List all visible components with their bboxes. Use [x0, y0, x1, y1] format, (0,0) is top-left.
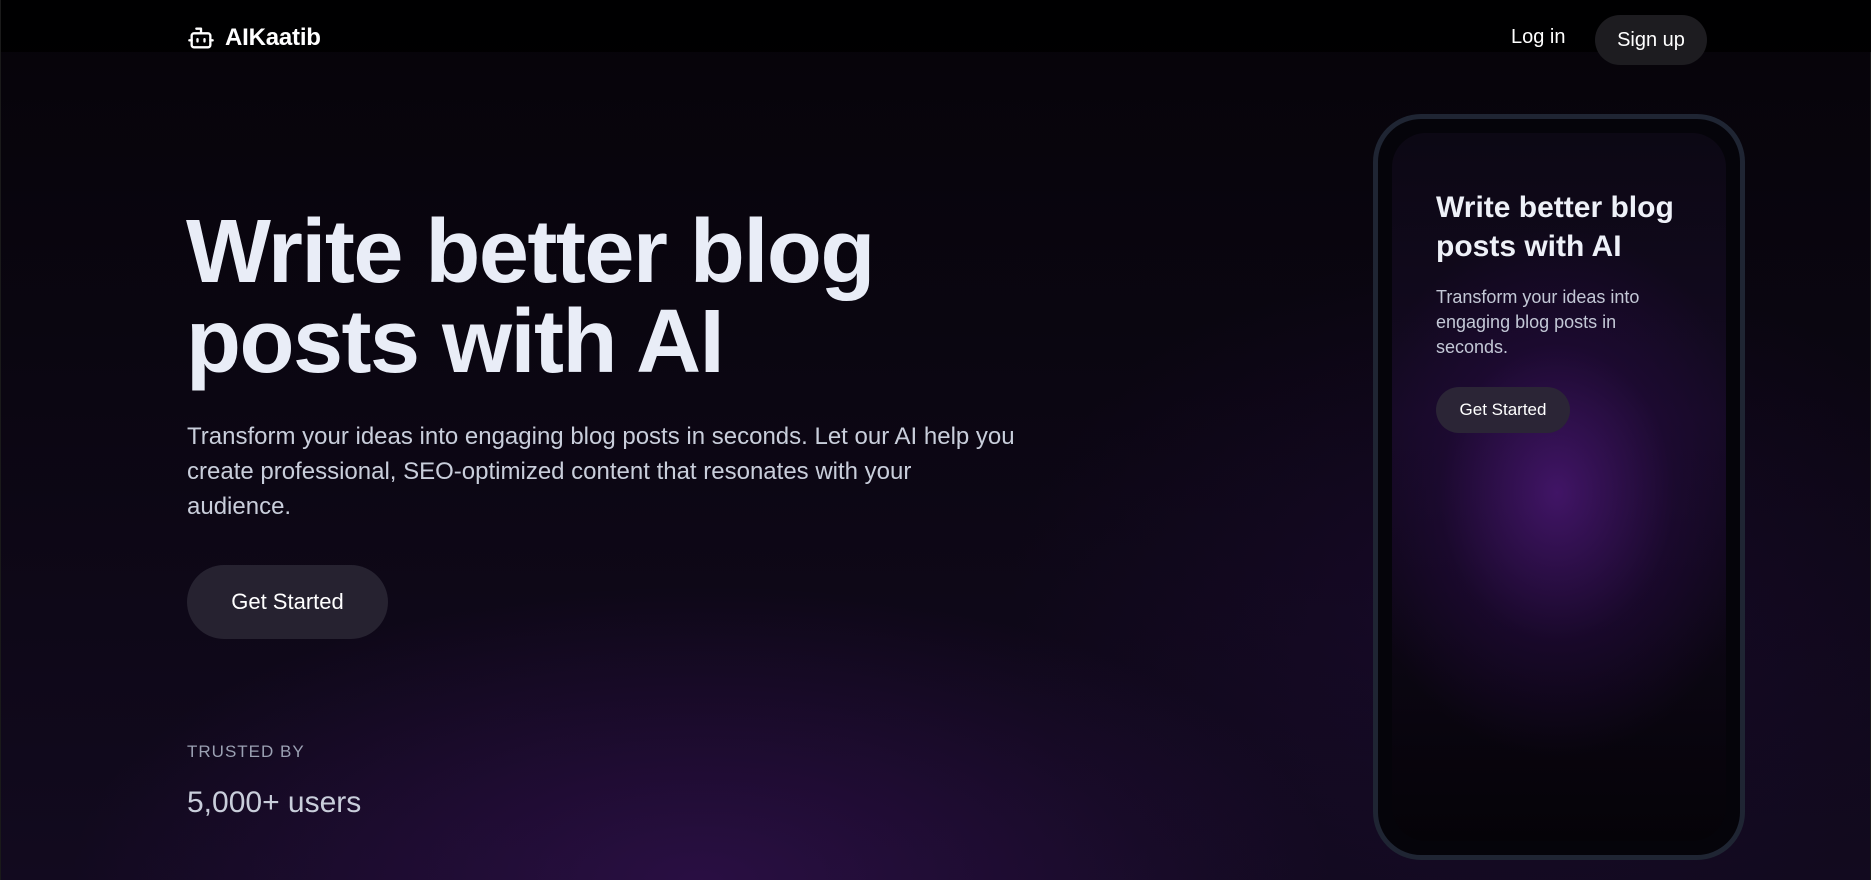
- phone-subtitle: Transform your ideas into engaging blog …: [1436, 287, 1640, 357]
- phone-get-started-button[interactable]: Get Started: [1436, 387, 1570, 433]
- trusted-by-label: TRUSTED BY: [187, 742, 305, 761]
- phone-mockup: Write better blog posts with AI Transfor…: [1373, 114, 1745, 860]
- brand-logo[interactable]: AIKaatib: [187, 24, 321, 52]
- hero-title: Write better blog posts with AI: [186, 202, 875, 392]
- hero-subtitle: Transform your ideas into engaging blog …: [187, 423, 1015, 520]
- brand-name: AIKaatib: [225, 24, 321, 51]
- phone-title: Write better blog posts with AI: [1436, 191, 1674, 263]
- login-link[interactable]: Log in: [1511, 26, 1566, 49]
- phone-screen: Write better blog posts with AI Transfor…: [1392, 133, 1726, 841]
- robot-icon: [187, 24, 215, 52]
- signup-button[interactable]: Sign up: [1595, 15, 1707, 65]
- get-started-button[interactable]: Get Started: [187, 565, 388, 639]
- user-count: 5,000+ users: [187, 786, 362, 819]
- top-navbar: AIKaatib Log in Sign up: [1, 0, 1871, 65]
- landing-page: AIKaatib Log in Sign up Write better blo…: [0, 0, 1871, 880]
